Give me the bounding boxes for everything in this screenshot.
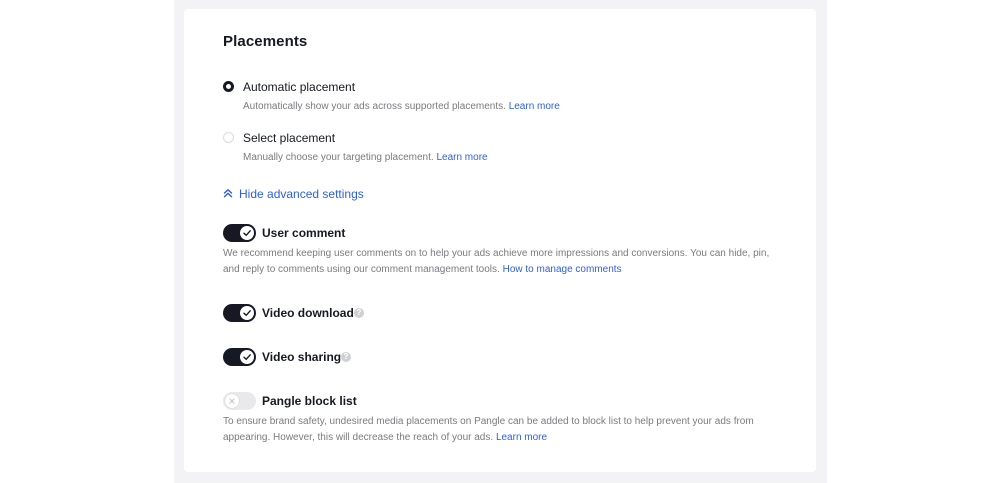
- x-icon: [229, 398, 235, 404]
- select-placement-description: Manually choose your targeting placement…: [243, 150, 488, 166]
- hide-advanced-settings-toggle[interactable]: Hide advanced settings: [223, 187, 364, 201]
- pangle-block-list-description-line-1: To ensure brand safety, undesired media …: [223, 416, 754, 427]
- check-icon: [243, 230, 251, 237]
- pangle-block-list-label: Pangle block list: [262, 394, 357, 408]
- switch-knob: [240, 306, 254, 320]
- automatic-placement-label[interactable]: Automatic placement: [243, 80, 355, 94]
- video-sharing-label: Video sharing: [262, 350, 342, 364]
- user-comment-switch[interactable]: [223, 224, 256, 242]
- pangle-learn-more-link[interactable]: Learn more: [496, 432, 547, 443]
- switch-knob: [225, 394, 239, 408]
- select-placement-radio[interactable]: [223, 132, 234, 143]
- automatic-placement-radio[interactable]: [223, 81, 234, 92]
- pangle-block-list-description-line-2: appearing. However, this will decrease t…: [223, 430, 754, 446]
- video-sharing-help-icon[interactable]: ?: [341, 352, 351, 362]
- automatic-placement-description-text: Automatically show your ads across suppo…: [243, 101, 506, 112]
- switch-knob: [240, 226, 254, 240]
- automatic-placement-description: Automatically show your ads across suppo…: [243, 99, 560, 115]
- double-chevron-up-icon: [223, 187, 233, 201]
- select-placement-description-text: Manually choose your targeting placement…: [243, 152, 434, 163]
- select-placement-label[interactable]: Select placement: [243, 131, 335, 145]
- check-icon: [243, 310, 251, 317]
- check-icon: [243, 354, 251, 361]
- user-comment-description-line-2-text: and reply to comments using our comment …: [223, 264, 500, 275]
- user-comment-label: User comment: [262, 226, 346, 240]
- user-comment-description-line-2: and reply to comments using our comment …: [223, 262, 769, 278]
- switch-knob: [240, 350, 254, 364]
- video-sharing-switch[interactable]: [223, 348, 256, 366]
- pangle-block-list-description-line-2-text: appearing. However, this will decrease t…: [223, 432, 494, 443]
- video-download-help-icon[interactable]: ?: [354, 308, 364, 318]
- hide-advanced-settings-label: Hide advanced settings: [239, 187, 364, 201]
- video-download-switch[interactable]: [223, 304, 256, 322]
- section-title: Placements: [223, 33, 308, 50]
- pangle-block-list-description: To ensure brand safety, undesired media …: [223, 414, 754, 446]
- user-comment-description: We recommend keeping user comments on to…: [223, 246, 769, 278]
- automatic-placement-learn-more-link[interactable]: Learn more: [509, 101, 560, 112]
- user-comment-description-line-1: We recommend keeping user comments on to…: [223, 248, 770, 259]
- pangle-block-list-switch[interactable]: [223, 392, 256, 410]
- select-placement-learn-more-link[interactable]: Learn more: [436, 152, 487, 163]
- how-to-manage-comments-link[interactable]: How to manage comments: [503, 264, 622, 275]
- placements-card: Placements Automatic placement Automatic…: [184, 9, 816, 472]
- video-download-label: Video download: [262, 306, 354, 320]
